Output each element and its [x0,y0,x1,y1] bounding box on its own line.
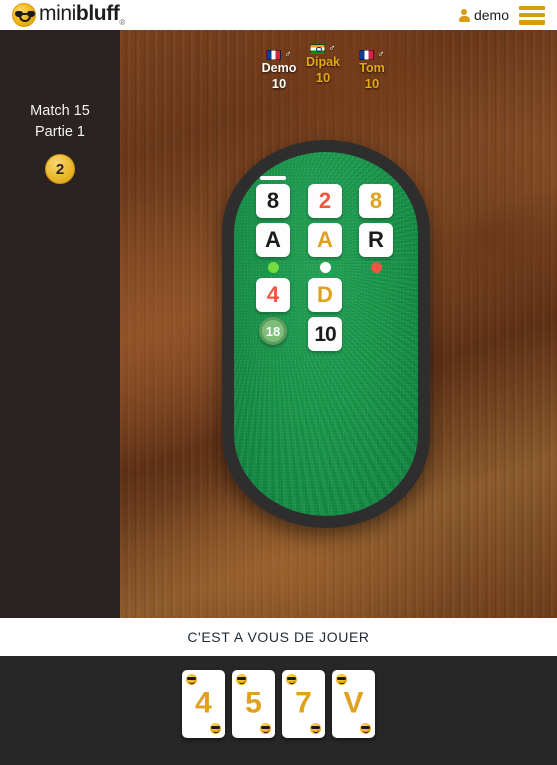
logo-text: minibluff® [39,3,125,27]
hand-card-value: 7 [295,686,312,720]
smiley-sunglasses-icon [310,723,321,734]
player-name-label: Tom [359,61,385,75]
hand-card-value: V [343,686,364,720]
player-score-label: 10 [364,76,380,91]
hand-card-value: 5 [245,686,262,720]
hamburger-menu-icon[interactable] [519,5,545,25]
user-account-button[interactable]: demo [458,7,509,23]
players-row: ♂ Demo 10 ♂ Dipak 10 ♂ Tom 10 [120,43,557,120]
logo-text-bold: bluff [75,1,120,25]
user-name-label: demo [473,7,509,23]
status-dot-red [370,262,382,273]
smiley-sunglasses-icon [186,674,197,685]
person-icon [458,8,470,22]
header-right: demo [458,5,545,25]
table-card[interactable]: A [256,223,290,257]
flag-france-icon [359,49,375,60]
table-card[interactable]: 10 [308,317,342,351]
status-dot-green [267,262,279,273]
table-card[interactable]: A [308,223,342,257]
player-hand-area: 457V [0,656,557,765]
game-board-area: Match 15 Partie 1 2 ♂ Demo 10 ♂ Dipak 10 ♂ Tom 1… [0,30,557,618]
logo-registered-mark: ® [119,18,125,28]
smiley-sunglasses-icon [12,3,36,27]
status-bar: C'EST A VOUS DE JOUER [0,618,557,656]
column-demo: 8 A 4 18 [256,176,290,345]
partie-number-label: Partie 1 [35,124,85,140]
hand-card[interactable]: V [332,670,375,738]
smiley-sunglasses-icon [210,723,221,734]
hand-card[interactable]: 7 [282,670,325,738]
flag-india-icon [310,43,326,54]
hand-card[interactable]: 4 [182,670,225,738]
table-card[interactable]: D [308,278,342,312]
table-card[interactable]: 8 [256,184,290,218]
column-tom: 8R [359,176,393,278]
round-badge: 2 [45,154,75,184]
match-sidebar: Match 15 Partie 1 2 [0,30,120,618]
player-tom[interactable]: ♂ Tom 10 [327,48,417,92]
logo-text-light: mini [39,1,76,25]
table-card[interactable]: 4 [256,278,290,312]
table-cards-layer: 8 A 4 18 2 A D 10 8 R [222,140,430,528]
hand-card[interactable]: 5 [232,670,275,738]
minibluff-game-screen: minibluff® demo Match 15 Partie 1 2 ♂ Dem… [0,0,557,765]
smiley-sunglasses-icon [236,674,247,685]
app-header: minibluff® demo [0,0,557,30]
gender-icon: ♂ [377,48,385,60]
score-chip[interactable]: 18 [259,317,287,345]
logo[interactable]: minibluff® [12,3,125,27]
match-number-label: Match 15 [30,103,90,119]
player-hand: 457V [0,656,557,738]
hand-card-value: 4 [195,686,212,720]
table-card[interactable]: R [359,223,393,257]
column-dipak: 2 A D 10 [308,176,342,356]
table-card[interactable]: 8 [359,184,393,218]
smiley-sunglasses-icon [336,674,347,685]
status-message: C'EST A VOUS DE JOUER [187,629,370,645]
smiley-sunglasses-icon [360,723,371,734]
status-dot-white [319,262,331,273]
smiley-sunglasses-icon [286,674,297,685]
table-card[interactable]: 2 [308,184,342,218]
player-flag-row: ♂ [327,48,417,61]
turn-marker [260,176,286,180]
smiley-sunglasses-icon [260,723,271,734]
